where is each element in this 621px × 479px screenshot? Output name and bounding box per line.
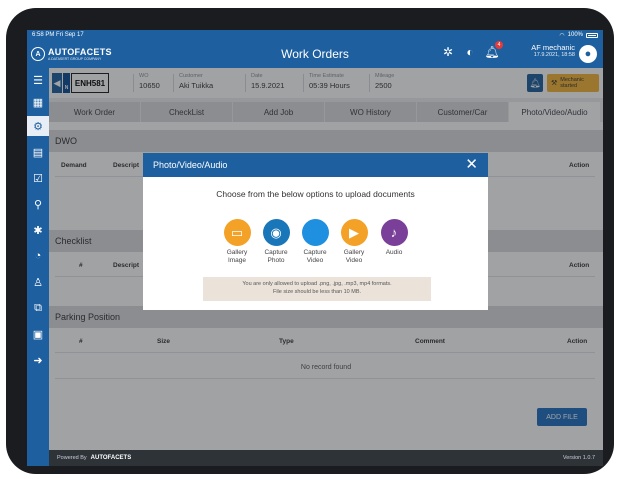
- logout-icon[interactable]: ➜: [27, 350, 49, 370]
- upload-restrictions-note: You are only allowed to upload .png, .jp…: [203, 277, 431, 301]
- tablet-frame: 6:58 PM Fri Sep 17 ◠ 100% A AUTOFACETS A…: [6, 8, 614, 474]
- option-label-line1: Audio: [385, 249, 403, 256]
- footer-logo: AUTOFACETS: [90, 455, 132, 461]
- logo-text: AUTOFACETS: [48, 47, 112, 57]
- note-line-1: You are only allowed to upload .png, .jp…: [242, 281, 392, 287]
- logo-mark-icon: A: [31, 47, 45, 61]
- option-label-line2: Photo: [267, 257, 285, 264]
- app-header: A AUTOFACETS A DATASERT GROUP COMPANY Wo…: [27, 40, 603, 68]
- menu-icon[interactable]: ☰: [27, 70, 49, 90]
- option-label-line1: Capture: [303, 249, 327, 256]
- option-label-line1: Capture: [264, 249, 288, 256]
- video-camera-icon[interactable]: [301, 219, 329, 246]
- gallery-image-option[interactable]: ▭ Gallery Image: [217, 219, 257, 265]
- gallery-video-option[interactable]: ▶ Gallery Video: [334, 219, 374, 265]
- app-screen: 6:58 PM Fri Sep 17 ◠ 100% A AUTOFACETS A…: [27, 30, 603, 466]
- status-date: Fri Sep 17: [56, 32, 84, 38]
- user-name: AF mechanic: [531, 43, 575, 52]
- folder-icon[interactable]: ▭: [223, 219, 251, 246]
- avatar[interactable]: ●: [579, 45, 597, 63]
- video-gallery-icon[interactable]: ▶: [340, 219, 368, 246]
- work-orders-icon[interactable]: ⚙: [27, 116, 49, 136]
- calendar-icon[interactable]: ▤: [27, 142, 49, 162]
- wifi-icon: ◠: [559, 32, 565, 39]
- capture-photo-option[interactable]: ◉ Capture Photo: [256, 219, 296, 265]
- upload-modal: Photo/Video/Audio ✕ Choose from the belo…: [143, 153, 488, 310]
- reports-icon[interactable]: ▣: [27, 324, 49, 344]
- modal-instruction: Choose from the below options to upload …: [216, 189, 415, 199]
- footer: Powered By AUTOFACETS Version 1.0.7: [49, 450, 603, 466]
- mechanic-icon[interactable]: ♙: [27, 272, 49, 292]
- timer-icon[interactable]: ◔: [27, 246, 49, 266]
- modal-title: Photo/Video/Audio: [153, 160, 228, 170]
- option-label-line1: Gallery: [343, 249, 365, 256]
- microphone-icon[interactable]: ♪: [380, 219, 408, 246]
- note-line-2: File size should be less than 10 MB.: [272, 288, 362, 295]
- notification-bell-icon[interactable]: 🔔︎ 4: [484, 41, 503, 59]
- search-icon[interactable]: ⚲: [27, 194, 49, 214]
- close-icon[interactable]: ✕: [465, 156, 478, 174]
- battery-percent: 100%: [567, 32, 583, 38]
- powered-by-label: Powered By: [57, 455, 87, 461]
- checklist-icon[interactable]: ☑: [27, 168, 49, 188]
- autofacets-logo: A AUTOFACETS A DATASERT GROUP COMPANY: [27, 47, 177, 61]
- camera-icon[interactable]: ◉: [262, 219, 290, 246]
- option-label-line1: Gallery: [226, 249, 248, 256]
- status-time: 6:58 PM: [32, 32, 55, 38]
- audio-option[interactable]: ♪ Audio: [374, 219, 414, 257]
- capture-video-option[interactable]: Capture Video: [295, 219, 335, 265]
- settings-icon[interactable]: ✲: [441, 45, 455, 59]
- option-label-line2: Video: [345, 257, 363, 264]
- dashboard-icon[interactable]: ▦: [27, 92, 49, 112]
- status-bar: 6:58 PM Fri Sep 17 ◠ 100%: [27, 30, 603, 40]
- tools-icon[interactable]: ✱: [27, 220, 49, 240]
- notification-badge: 4: [495, 41, 503, 49]
- user-info: AF mechanic 17.9.2021, 18:58: [515, 43, 575, 58]
- option-label-line2: Image: [227, 257, 247, 264]
- documents-icon[interactable]: ⧉: [27, 298, 49, 318]
- user-datetime: 17.9.2021, 18:58: [533, 52, 575, 58]
- theme-toggle-icon[interactable]: ◐: [463, 45, 477, 59]
- modal-header: Photo/Video/Audio ✕: [143, 153, 488, 177]
- sidebar: ☰ ▦ ⚙ ▤ ☑ ⚲ ✱ ◔ ♙ ⧉ ▣ ➜: [27, 68, 49, 466]
- version-label: Version 1.0.7: [562, 455, 595, 461]
- logo-subtext: A DATASERT GROUP COMPANY: [48, 57, 102, 61]
- battery-icon: [586, 32, 598, 38]
- option-label-line2: Video: [306, 257, 324, 264]
